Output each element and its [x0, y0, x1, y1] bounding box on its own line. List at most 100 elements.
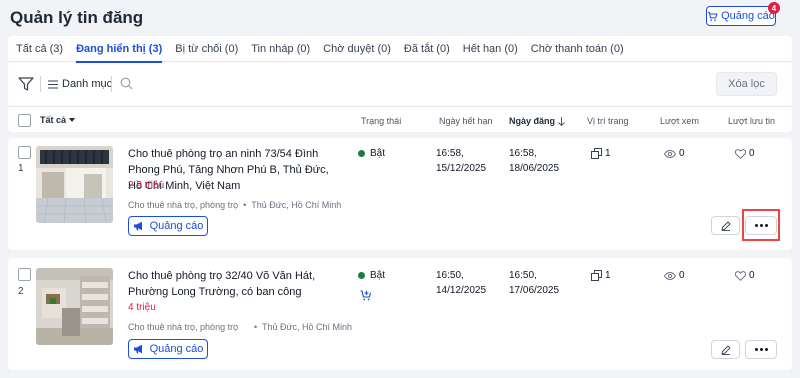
column-posted[interactable]: Ngày đăng [509, 116, 565, 126]
cart-plus-icon[interactable] [360, 290, 373, 301]
tab-draft[interactable]: Tin nháp (0) [251, 36, 310, 62]
heart-icon [735, 270, 746, 281]
listing-category: Cho thuê nhà trọ, phòng trọ [128, 322, 239, 332]
header-ad-label: Quảng cáo [721, 10, 775, 22]
column-all[interactable]: Tất cả [40, 115, 76, 125]
edit-button[interactable] [711, 340, 740, 359]
meta-separator: • [254, 322, 258, 332]
more-icon [754, 348, 758, 351]
listing-meta: Cho thuê nhà trọ, phòng trọ • Thủ Đức, H… [128, 200, 341, 210]
column-status: Trạng thái [361, 116, 402, 126]
pencil-icon [720, 220, 731, 231]
listing-price: 2.9 triệu [128, 180, 165, 191]
listing-status: Bật [358, 148, 385, 159]
listing-thumbnail[interactable] [36, 268, 113, 345]
listing-views: 0 [664, 270, 685, 281]
tab-expired[interactable]: Hết hạn (0) [463, 36, 518, 62]
column-views: Lượt xem [660, 116, 699, 126]
edit-button[interactable] [711, 216, 740, 235]
eye-icon [664, 149, 676, 158]
expiry-time: 16:58, [436, 148, 464, 159]
position-value: 1 [605, 148, 611, 159]
row-checkbox[interactable] [18, 268, 31, 281]
ad-count-badge: 4 [768, 2, 780, 14]
listing-status-label: Bật [370, 148, 386, 159]
eye-icon [664, 271, 676, 280]
filter-icon[interactable] [18, 77, 34, 91]
listing-ad-label: Quảng cáo [149, 220, 204, 232]
expiry-date: 14/12/2025 [436, 285, 487, 296]
header-ad-button[interactable]: Quảng cáo [706, 6, 776, 26]
listing-thumbnail[interactable] [36, 146, 113, 223]
copy-icon [591, 270, 602, 281]
clear-filter-button[interactable]: Xóa lọc [716, 72, 777, 96]
category-filter[interactable]: Danh mục [62, 78, 112, 90]
posted-date: 18/06/2025 [509, 163, 560, 174]
tab-awaiting-payment[interactable]: Chờ thanh toán (0) [531, 36, 624, 62]
megaphone-icon [133, 221, 142, 231]
listing-status: Bật [358, 270, 385, 281]
highlight-box [742, 209, 780, 241]
views-value: 0 [679, 270, 685, 281]
tab-all[interactable]: Tất cả (3) [16, 36, 63, 62]
column-position: Vị trí trang [587, 116, 629, 126]
listing-position: 1 [591, 148, 611, 159]
listing-image-1 [36, 146, 113, 223]
listing-ad-button[interactable]: Quảng cáo [128, 339, 208, 359]
listing-expiry: 16:50, 14/12/2025 [436, 268, 486, 298]
listing-posted: 16:58, 18/06/2025 [509, 146, 559, 176]
toolbar-divider [111, 76, 112, 92]
row-checkbox[interactable] [18, 146, 31, 159]
more-icon-dot [764, 348, 768, 351]
listing-location: Thủ Đức, Hồ Chí Minh [251, 200, 342, 210]
listing-title[interactable]: Cho thuê phòng trọ 32/40 Võ Văn Hát, Phư… [128, 268, 338, 300]
position-value: 1 [605, 270, 611, 281]
search-icon[interactable] [120, 77, 133, 90]
select-all-checkbox[interactable] [18, 114, 31, 127]
more-button[interactable] [745, 340, 777, 359]
listing-saves: 0 [735, 148, 755, 159]
tab-rejected[interactable]: Bị từ chối (0) [175, 36, 238, 62]
listing-ad-button[interactable]: Quảng cáo [128, 216, 208, 236]
row-index: 2 [18, 286, 24, 297]
tab-active[interactable]: Đang hiển thị (3) [76, 36, 163, 63]
column-all-label: Tất cả [40, 115, 67, 125]
heart-icon [735, 148, 746, 159]
meta-separator: • [243, 200, 247, 210]
saves-value: 0 [749, 270, 755, 281]
row-index: 1 [18, 163, 24, 174]
posted-time: 16:50, [509, 270, 537, 281]
expiry-time: 16:50, [436, 270, 464, 281]
listing-views: 0 [664, 148, 685, 159]
column-saves: Lượt lưu tin [728, 116, 775, 126]
more-icon-dot [759, 348, 763, 351]
listing-ad-label: Quảng cáo [149, 343, 204, 355]
column-posted-label: Ngày đăng [509, 116, 556, 126]
tab-bar: Tất cả (3) Đang hiển thị (3) Bị từ chối … [8, 36, 792, 63]
cart-icon [707, 11, 718, 21]
listing-location: Thủ Đức, Hồ Chí Minh [262, 322, 353, 332]
page-title: Quản lý tin đăng [10, 8, 144, 27]
posted-time: 16:58, [509, 148, 537, 159]
pencil-icon [720, 344, 731, 355]
listing-posted: 16:50, 17/06/2025 [509, 268, 559, 298]
column-expiry: Ngày hết hạn [439, 116, 493, 126]
views-value: 0 [679, 148, 685, 159]
status-dot [358, 150, 365, 157]
status-dot [358, 272, 365, 279]
sort-down-icon [558, 116, 565, 126]
megaphone-icon [133, 344, 142, 354]
listing-category: Cho thuê nhà trọ, phòng trọ [128, 200, 239, 210]
menu-icon[interactable] [48, 80, 58, 89]
caret-down-icon [69, 118, 76, 122]
tab-off[interactable]: Đã tắt (0) [404, 36, 450, 62]
listing-status-label: Bật [370, 270, 386, 281]
listing-saves: 0 [735, 270, 755, 281]
listing-position: 1 [591, 270, 611, 281]
tab-pending[interactable]: Chờ duyệt (0) [323, 36, 391, 62]
expiry-date: 15/12/2025 [436, 163, 487, 174]
saves-value: 0 [749, 148, 755, 159]
toolbar-divider [40, 76, 41, 92]
listing-image-2 [36, 268, 113, 345]
copy-icon [591, 148, 602, 159]
